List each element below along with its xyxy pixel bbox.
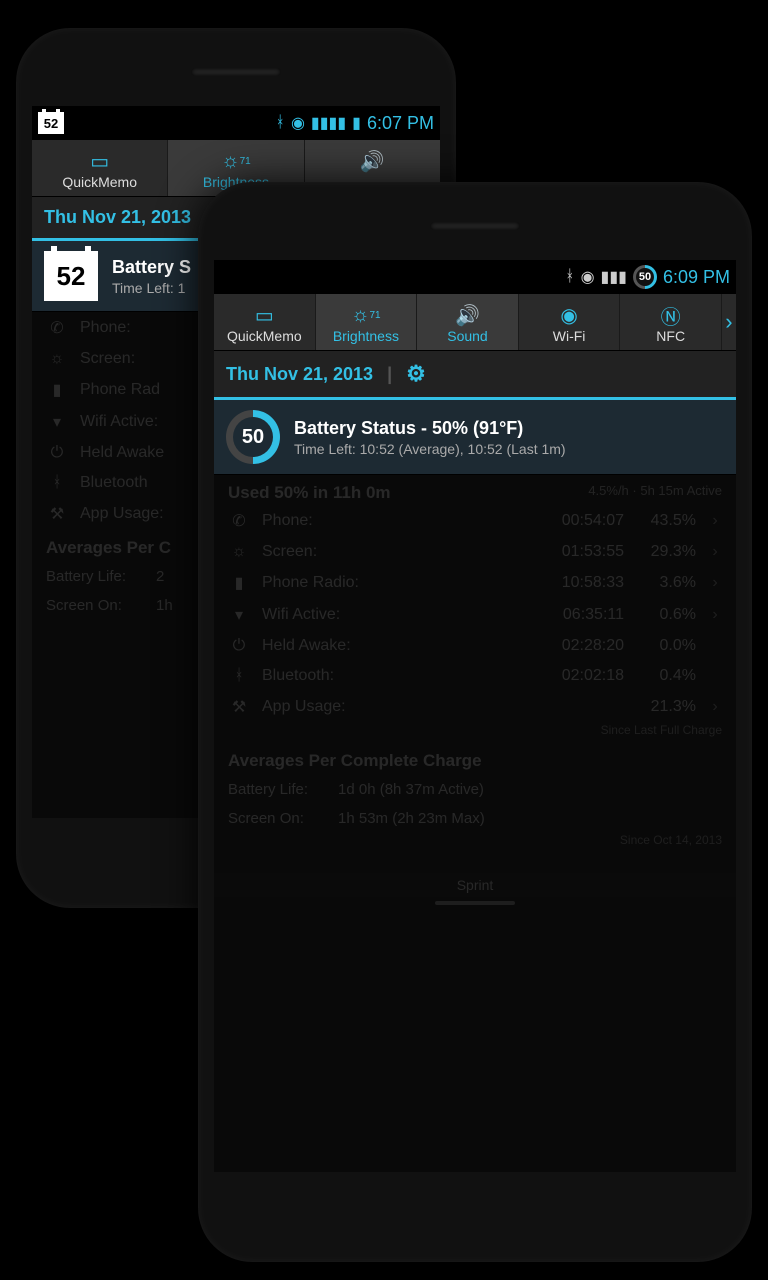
power-icon: ⏻ (228, 637, 250, 655)
usage-label: Screen: (262, 543, 522, 561)
usage-label: Held Awake: (262, 637, 522, 655)
toggle-label: Brightness (316, 328, 417, 344)
toggle-brightness[interactable]: ☼71 Brightness (316, 294, 418, 350)
app-icon: ⚒ (228, 697, 250, 717)
usage-row[interactable]: ✆ Phone: 00:54:07 43.5% › (224, 505, 726, 537)
avg-battery-life: Battery Life:1d 0h (8h 37m Active) (214, 775, 736, 804)
toggle-label: Sound (417, 328, 518, 344)
speaker-slot (430, 222, 520, 230)
usage-label: App Usage: (262, 698, 522, 716)
usage-row: ⏻ Held Awake: 02:28:20 0.0% (224, 631, 726, 661)
date-header: Thu Nov 21, 2013 | ⚙ (214, 351, 736, 400)
clock: 6:09 PM (663, 267, 730, 288)
usage-row[interactable]: ▾ Wifi Active: 06:35:11 0.6% › (224, 599, 726, 631)
usage-duration: 00:54:07 (534, 512, 624, 530)
chevron-right-icon: › (708, 512, 722, 530)
usage-duration: 10:58:33 (534, 574, 624, 592)
wifi-toggle-icon: ◉ (519, 302, 620, 328)
usage-percent: 0.0% (636, 637, 696, 655)
sound-icon: 🔊 (305, 148, 440, 174)
usage-percent: 21.3% (636, 698, 696, 716)
signal-icon: ▮▮▮ (601, 267, 627, 287)
phone-icon: ✆ (228, 511, 250, 531)
usage-row[interactable]: ⚒ App Usage: 21.3% › (224, 691, 726, 723)
usage-row[interactable]: ▮ Phone Radio: 10:58:33 3.6% › (224, 567, 726, 599)
screen-front: ᚼ ◉ ▮▮▮ 50 6:09 PM ▭ QuickMemo ☼71 Brigh… (214, 260, 736, 1172)
battery-ring-large-icon: 50 (226, 410, 280, 464)
date-text: Thu Nov 21, 2013 (226, 364, 373, 385)
notification-subtitle: Time Left: 10:52 (Average), 10:52 (Last … (294, 441, 724, 457)
usage-label: Wifi Active: (262, 606, 522, 624)
gear-icon[interactable]: ⚙ (406, 361, 426, 387)
averages-header: Averages Per Complete Charge (214, 743, 736, 775)
wifi-icon: ◉ (581, 267, 595, 287)
quickmemo-icon: ▭ (32, 148, 167, 174)
bluetooth-icon: ᚼ (275, 114, 285, 132)
toggle-wifi[interactable]: ◉ Wi-Fi (519, 294, 621, 350)
toggle-label: NFC (620, 328, 721, 344)
nfc-icon: Ⓝ (620, 302, 721, 328)
toggle-quickmemo[interactable]: ▭ QuickMemo (214, 294, 316, 350)
usage-rate: 4.5%/h · 5h 15m Active (588, 483, 722, 503)
avg-screen-on: Screen On:1h 53m (2h 23m Max) (214, 804, 736, 833)
usage-rows: ✆ Phone: 00:54:07 43.5% › ☼ Screen: 01:53:55 29.… (214, 505, 736, 723)
usage-label: Bluetooth: (262, 667, 522, 685)
notification-title: Battery Status - 50% (91°F) (294, 418, 724, 439)
bluetooth-icon: ᚼ (228, 667, 250, 685)
chevron-right-icon: › (708, 698, 722, 716)
chevron-right-icon: › (708, 606, 722, 624)
usage-percent: 43.5% (636, 512, 696, 530)
chevron-right-icon[interactable]: › (722, 294, 736, 350)
speaker-slot (191, 68, 281, 76)
toggle-quickmemo[interactable]: ▭ QuickMemo (32, 140, 168, 196)
signal-icon: ▮▮▮▮ (311, 113, 346, 133)
quickmemo-icon: ▭ (214, 302, 315, 328)
usage-row: ᚼ Bluetooth: 02:02:18 0.4% (224, 661, 726, 691)
usage-percent: 0.6% (636, 606, 696, 624)
status-bar: 52 ᚼ ◉ ▮▮▮▮ ▮ 6:07 PM (32, 106, 440, 140)
toggle-label: Wi-Fi (519, 328, 620, 344)
usage-duration: 02:28:20 (534, 637, 624, 655)
toggle-sound[interactable]: 🔊 Sound (417, 294, 519, 350)
toggle-label: QuickMemo (32, 174, 167, 190)
sound-icon: 🔊 (417, 302, 518, 328)
usage-header: Used 50% in 11h 0m (228, 483, 391, 503)
screen-icon: ☼ (228, 543, 250, 561)
usage-label: Phone: (262, 512, 522, 530)
since-date: Since Oct 14, 2013 (214, 833, 736, 853)
battery-badge-icon: 52 (38, 112, 64, 134)
toggle-label: QuickMemo (214, 328, 315, 344)
bluetooth-icon: ᚼ (565, 268, 575, 286)
usage-percent: 29.3% (636, 543, 696, 561)
usage-duration: 01:53:55 (534, 543, 624, 561)
date-text: Thu Nov 21, 2013 (44, 207, 191, 228)
drag-handle-icon[interactable] (435, 901, 515, 905)
wifi-icon: ◉ (291, 113, 305, 133)
chevron-right-icon: › (708, 543, 722, 561)
clock: 6:07 PM (367, 113, 434, 134)
status-bar: ᚼ ◉ ▮▮▮ 50 6:09 PM (214, 260, 736, 294)
brightness-icon: ☼71 (316, 302, 417, 328)
usage-percent: 3.6% (636, 574, 696, 592)
brightness-icon: ☼71 (168, 148, 303, 174)
usage-duration: 02:02:18 (534, 667, 624, 685)
wifi-icon: ▾ (228, 605, 250, 625)
phone-front: ᚼ ◉ ▮▮▮ 50 6:09 PM ▭ QuickMemo ☼71 Brigh… (198, 182, 752, 1262)
carrier-label: Sprint (214, 873, 736, 897)
battery-icon: ▮ (352, 113, 361, 133)
battery-notification[interactable]: 50 Battery Status - 50% (91°F) Time Left… (214, 400, 736, 475)
signal-icon: ▮ (228, 573, 250, 593)
toggle-nfc[interactable]: Ⓝ NFC (620, 294, 722, 350)
usage-duration: 06:35:11 (534, 606, 624, 624)
usage-row[interactable]: ☼ Screen: 01:53:55 29.3% › (224, 537, 726, 567)
battery-badge-large-icon: 52 (44, 251, 98, 301)
since-full-charge: Since Last Full Charge (214, 723, 736, 743)
chevron-right-icon: › (708, 574, 722, 592)
usage-percent: 0.4% (636, 667, 696, 685)
battery-ring-icon: 50 (633, 265, 657, 289)
quick-toggles: ▭ QuickMemo ☼71 Brightness 🔊 Sound ◉ Wi-… (214, 294, 736, 351)
usage-label: Phone Radio: (262, 574, 522, 592)
